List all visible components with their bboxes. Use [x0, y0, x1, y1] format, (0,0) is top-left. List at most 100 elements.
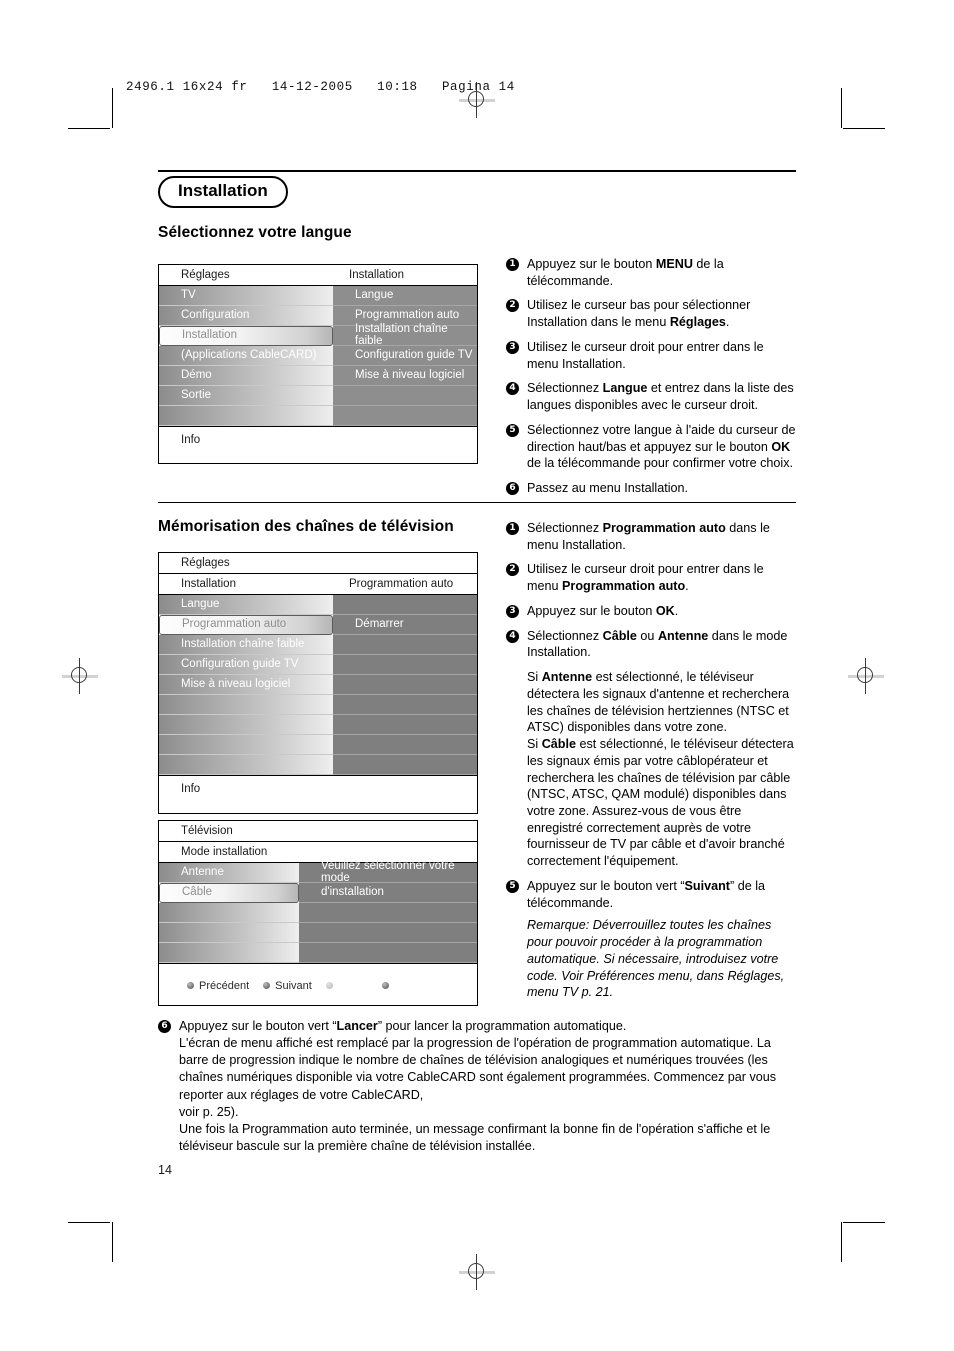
osd-right-column: Langue Programmation auto Installation cha…: [333, 286, 477, 426]
step-number-badge: 3: [506, 340, 519, 354]
section-1-steps: 1 Appuyez sur le bouton MENU de la téléco…: [506, 256, 798, 505]
osd-body: Langue Programmation auto Installation cha…: [159, 595, 477, 775]
osd-left-item-label: TV: [181, 288, 196, 301]
osd-left-item: [159, 903, 299, 923]
osd-right-item-label: Configuration guide TV: [355, 348, 473, 361]
osd-right-item-label: Langue: [355, 288, 394, 301]
bottom-step-block: 6 Appuyez sur le bouton vert “Lancer” pou…: [158, 1018, 798, 1155]
osd-header-right: Installation: [349, 269, 404, 281]
osd-left-item-label: [159, 927, 184, 939]
osd-nav-button[interactable]: [381, 982, 438, 989]
osd-left-column: Antenne Câble: [159, 863, 299, 963]
step-text: Sélectionnez votre langue à l'aide du cu…: [527, 422, 796, 471]
osd-header-row: Réglages Installation: [159, 265, 477, 286]
chapter-badge: Installation: [158, 176, 288, 208]
step-number-badge: 5: [506, 879, 519, 893]
osd-right-item[interactable]: Veuillez sélectionner votre mode: [299, 860, 477, 883]
osd-left-item-label: [159, 947, 184, 959]
instruction-step: 1 Appuyez sur le bouton MENU de la téléco…: [506, 256, 798, 289]
osd-info-footer: Info: [159, 775, 477, 813]
header-rule: [158, 170, 796, 172]
osd-nav-prcdent[interactable]: Précédent: [187, 980, 263, 992]
osd-left-item[interactable]: Antenne: [159, 863, 299, 883]
osd-left-item[interactable]: Configuration: [159, 306, 333, 326]
section-2-rule: [158, 502, 796, 503]
osd-left-item[interactable]: TV: [159, 286, 333, 306]
osd-title-label: Télévision: [181, 825, 233, 837]
osd-right-item[interactable]: Installation chaîne faible: [333, 323, 477, 347]
crop-mark-bottom-left-horizontal: [68, 1222, 110, 1223]
osd-left-item[interactable]: Mise à niveau logiciel: [159, 675, 333, 695]
instruction-step: 5 Sélectionnez votre langue à l'aide du c…: [506, 422, 798, 472]
osd-right-item-label: [299, 907, 324, 919]
osd-left-item-selected[interactable]: Câble: [159, 883, 299, 903]
osd-left-item[interactable]: Démo: [159, 366, 333, 386]
instruction-step: 5 Appuyez sur le bouton vert “Suivant” de…: [506, 878, 798, 911]
osd-right-item-label: [299, 927, 324, 939]
step-text: Sélectionnez Programmation auto dans le …: [527, 521, 770, 552]
osd-left-item: [159, 943, 299, 963]
osd-left-item-label: Câble: [182, 886, 213, 899]
osd-nav-button[interactable]: [325, 982, 382, 989]
osd-left-item-label: Antenne: [181, 865, 224, 878]
osd-right-item[interactable]: Démarrer: [333, 615, 477, 635]
osd-right-item-label: [299, 947, 324, 959]
osd-right-item-label: [333, 659, 358, 671]
osd-left-item-label: Programmation auto: [182, 618, 287, 631]
osd-left-item: [159, 755, 333, 775]
step-text: Appuyez sur le bouton vert “Suivant” de …: [527, 878, 766, 910]
osd-left-item-label: (Applications CableCARD): [181, 348, 317, 361]
step-text: Utilisez le curseur droit pour entrer da…: [527, 562, 764, 594]
osd-left-item[interactable]: (Applications CableCARD): [159, 346, 333, 366]
osd-right-item: [333, 675, 477, 695]
osd-header-right: Programmation auto: [349, 578, 454, 590]
osd-right-item-label: d'installation: [321, 885, 384, 898]
osd-menu-mode-installation: Télévision Mode installation Antenne Câbl…: [158, 820, 478, 1006]
osd-left-item-label: [159, 699, 184, 711]
osd-left-item-selected[interactable]: Installation: [159, 326, 333, 346]
osd-right-item[interactable]: Mise à niveau logiciel: [333, 366, 477, 386]
crop-mark-top-right-horizontal: [843, 128, 885, 129]
step-text: Utilisez le curseur droit pour entrer da…: [527, 339, 764, 371]
osd-right-item: [299, 923, 477, 943]
instruction-step: 2 Utilisez le curseur droit pour entrer d…: [506, 561, 798, 594]
osd-left-item[interactable]: Sortie: [159, 386, 333, 406]
osd-right-item-label: [333, 679, 358, 691]
crop-mark-top-left-horizontal: [68, 128, 110, 129]
osd-left-item-selected[interactable]: Programmation auto: [159, 615, 333, 635]
osd-title-label: Réglages: [181, 557, 230, 569]
osd-left-item-label: Configuration guide TV: [181, 657, 299, 670]
osd-left-item: [159, 735, 333, 755]
section-1-title: Sélectionnez votre langue: [158, 224, 352, 241]
osd-right-item-label: [333, 699, 358, 711]
osd-right-item[interactable]: Langue: [333, 286, 477, 306]
osd-nav-suivant[interactable]: Suivant: [263, 980, 326, 992]
osd-left-column: TV Configuration Installation (Applications…: [159, 286, 333, 426]
instruction-step: 3 Appuyez sur le bouton OK.: [506, 603, 798, 620]
osd-right-item[interactable]: Configuration guide TV: [333, 346, 477, 366]
osd-left-item: [159, 715, 333, 735]
osd-right-item: [299, 943, 477, 963]
osd-right-item[interactable]: d'installation: [299, 883, 477, 903]
step-text: Passez au menu Installation.: [527, 481, 689, 496]
osd-right-item-label: [333, 410, 358, 422]
osd-left-item[interactable]: Installation chaîne faible: [159, 635, 333, 655]
osd-title-row: Réglages: [159, 553, 477, 574]
osd-left-item[interactable]: Langue: [159, 595, 333, 615]
osd-right-column: Démarrer: [333, 595, 477, 775]
osd-info-footer: Info: [159, 426, 477, 463]
osd-body: TV Configuration Installation (Applications…: [159, 286, 477, 426]
osd-right-item-label: Installation chaîne faible: [355, 323, 448, 347]
crop-mark-bottom-left-vertical: [112, 1222, 113, 1262]
osd-left-item[interactable]: Configuration guide TV: [159, 655, 333, 675]
osd-left-item-label: [159, 907, 184, 919]
instruction-step: 3 Utilisez le curseur droit pour entrer d…: [506, 339, 798, 372]
osd-right-item: [333, 655, 477, 675]
osd-right-item: [333, 386, 477, 406]
step-number-badge: 4: [506, 629, 519, 643]
osd-nav-label: Précédent: [199, 979, 250, 992]
osd-left-item-label: [159, 410, 184, 422]
instruction-step: 4 Sélectionnez Langue et entrez dans la l…: [506, 380, 798, 413]
step-text: Appuyez sur le bouton MENU de la télécom…: [527, 257, 724, 288]
remote-color-dot-icon: [381, 982, 389, 989]
